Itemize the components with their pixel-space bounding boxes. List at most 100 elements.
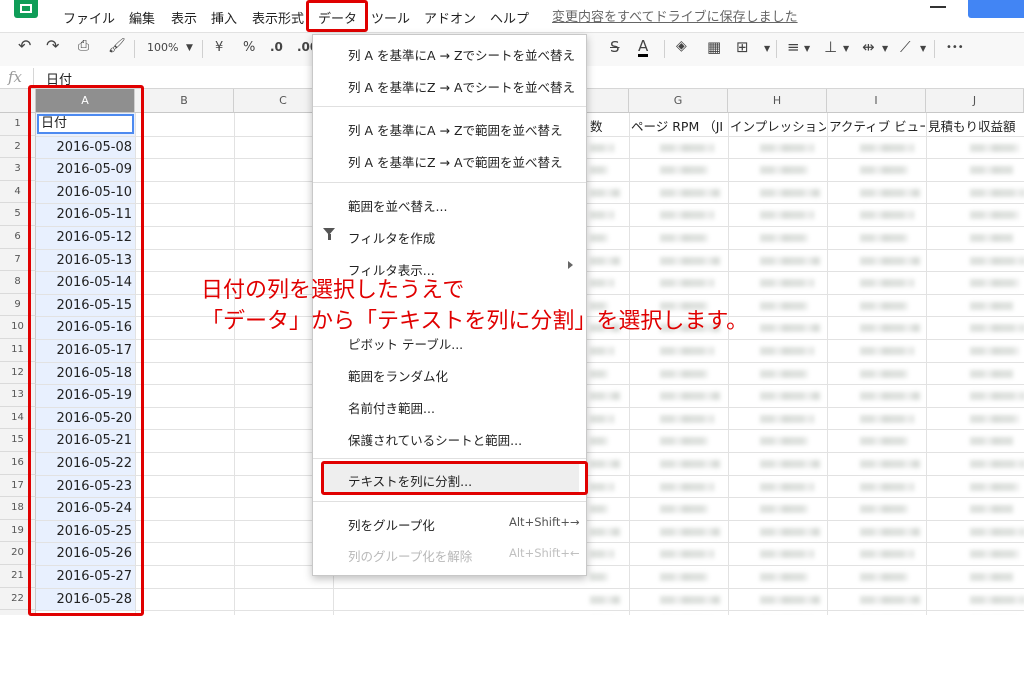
menu-help[interactable]: ヘルプ (490, 8, 529, 27)
blurred-cell-value (760, 550, 814, 558)
blurred-cell-value (860, 370, 908, 378)
blurred-cell-value (590, 234, 608, 242)
more-options-icon[interactable]: ••• (946, 42, 964, 53)
menu-item-randomize-range[interactable]: 範囲をランダム化 (348, 366, 448, 385)
filter-icon (323, 228, 335, 240)
blurred-cell-value (860, 279, 914, 287)
annotation-line-2: 「データ」から「テキストを列に分割」を選択します。 (201, 309, 749, 334)
column-header-j[interactable]: J (926, 89, 1024, 113)
blurred-cell-value (970, 189, 1024, 197)
save-status-link[interactable]: 変更内容をすべてドライブに保存しました (552, 6, 798, 25)
chevron-down-icon: ▼ (764, 44, 771, 53)
paint-format-icon[interactable]: 🖌 (108, 38, 126, 54)
blurred-cell-value (760, 505, 808, 513)
blurred-cell-value (970, 370, 1013, 378)
menu-item-sort-sheet-a-z[interactable]: 列 A を基準にA → Zでシートを並べ替え (348, 45, 575, 64)
blurred-cell-value (660, 234, 708, 242)
menu-item-group-columns[interactable]: 列をグループ化 (348, 515, 435, 534)
menu-item-sort-range-z-a[interactable]: 列 A を基準にZ → Aで範囲を並べ替え (348, 152, 563, 171)
blurred-cell-value (660, 144, 714, 152)
cell-h1[interactable]: インプレッション (730, 116, 826, 135)
print-icon[interactable]: ⎙ (78, 38, 89, 54)
currency-format-button[interactable]: ¥ (215, 40, 223, 55)
menu-tools[interactable]: ツール (371, 8, 410, 27)
menu-edit[interactable]: 編集 (129, 8, 155, 27)
blurred-cell-value (660, 189, 720, 197)
decrease-decimal-button[interactable]: .0 (270, 40, 283, 54)
zoom-select[interactable]: 100% (147, 41, 178, 54)
menu-file[interactable]: ファイル (63, 8, 115, 27)
grid-line (629, 113, 630, 615)
merge-cells-icon[interactable]: ⊞ (736, 38, 749, 56)
blurred-cell-value (590, 392, 620, 400)
blurred-cell-value (860, 596, 920, 604)
blurred-cell-value (760, 528, 820, 536)
blurred-cell-value (970, 550, 1019, 558)
blurred-cell-value (660, 415, 714, 423)
column-header-i[interactable]: I (827, 89, 926, 113)
column-header-b[interactable]: B (135, 89, 234, 113)
menu-item-sort-range[interactable]: 範囲を並べ替え... (348, 196, 447, 215)
menu-item-pivot-table[interactable]: ピボット テーブル... (348, 334, 463, 353)
undo-icon[interactable]: ↶ (18, 36, 31, 55)
blurred-cell-value (660, 550, 714, 558)
menu-view[interactable]: 表示 (171, 8, 197, 27)
menu-insert[interactable]: 挿入 (211, 8, 237, 27)
text-rotation-icon[interactable]: ⟋ (900, 38, 911, 56)
text-wrap-icon[interactable]: ⇹ (862, 38, 875, 56)
grid-line (234, 113, 235, 615)
menu-item-ungroup-columns[interactable]: 列のグループ化を解除 (348, 546, 472, 565)
blurred-cell-value (590, 166, 608, 174)
column-header-h[interactable]: H (728, 89, 827, 113)
blurred-cell-value (970, 324, 1024, 332)
blurred-cell-value (970, 573, 1013, 581)
column-header-g[interactable]: G (629, 89, 728, 113)
blurred-cell-value (970, 144, 1019, 152)
blurred-cell-value (590, 144, 614, 152)
blurred-cell-value (860, 234, 908, 242)
horizontal-align-icon[interactable]: ≡ (787, 38, 800, 56)
vertical-align-icon[interactable]: ⊥ (824, 38, 837, 56)
text-color-icon[interactable]: A (638, 38, 649, 57)
blurred-cell-value (760, 460, 820, 468)
fill-color-icon[interactable]: ◈ (676, 38, 687, 54)
chevron-down-icon: ▼ (920, 44, 927, 53)
blurred-cell-value (970, 257, 1024, 265)
blurred-cell-value (860, 392, 920, 400)
menu-item-protected-sheets[interactable]: 保護されているシートと範囲... (348, 430, 522, 449)
menu-item-create-filter[interactable]: フィルタを作成 (348, 228, 435, 247)
menu-format[interactable]: 表示形式 (252, 8, 304, 27)
blurred-cell-value (660, 370, 708, 378)
grid-line (926, 113, 927, 615)
sheet-bottom-area (0, 615, 1024, 675)
menu-item-sort-range-a-z[interactable]: 列 A を基準にA → Zで範囲を並べ替え (348, 120, 563, 139)
redo-icon[interactable]: ↷ (46, 36, 59, 55)
cell-j1[interactable]: 見積もり収益額 (928, 116, 1023, 135)
borders-icon[interactable]: ▦ (707, 38, 721, 56)
blurred-cell-value (660, 437, 708, 445)
blurred-cell-value (970, 415, 1019, 423)
cell-g1[interactable]: ページ RPM （JI (631, 116, 727, 135)
strikethrough-icon[interactable]: S (610, 38, 620, 56)
blurred-cell-value (860, 437, 908, 445)
menu-addons[interactable]: アドオン (424, 8, 476, 27)
cell-i1[interactable]: アクティブ ビュー (829, 116, 925, 135)
blurred-cell-value (860, 460, 920, 468)
grid-line (827, 113, 828, 615)
blurred-cell-value (760, 234, 808, 242)
menu-divider (313, 106, 586, 107)
blurred-cell-value (860, 211, 914, 219)
menu-divider (313, 501, 586, 502)
percent-format-button[interactable]: % (243, 40, 255, 55)
toolbar-divider (202, 40, 203, 58)
share-button[interactable] (968, 0, 1024, 18)
grid-line (36, 610, 1024, 611)
menu-item-named-ranges[interactable]: 名前付き範囲... (348, 398, 435, 417)
chevron-down-icon: ▼ (882, 44, 889, 53)
blurred-cell-value (860, 189, 920, 197)
chevron-down-icon: ▼ (843, 44, 850, 53)
blurred-cell-value (660, 505, 708, 513)
menu-item-sort-sheet-z-a[interactable]: 列 A を基準にZ → Aでシートを並べ替え (348, 77, 575, 96)
cell-row1-partial[interactable]: 数 (590, 116, 626, 135)
sheets-logo-icon[interactable] (14, 0, 38, 18)
